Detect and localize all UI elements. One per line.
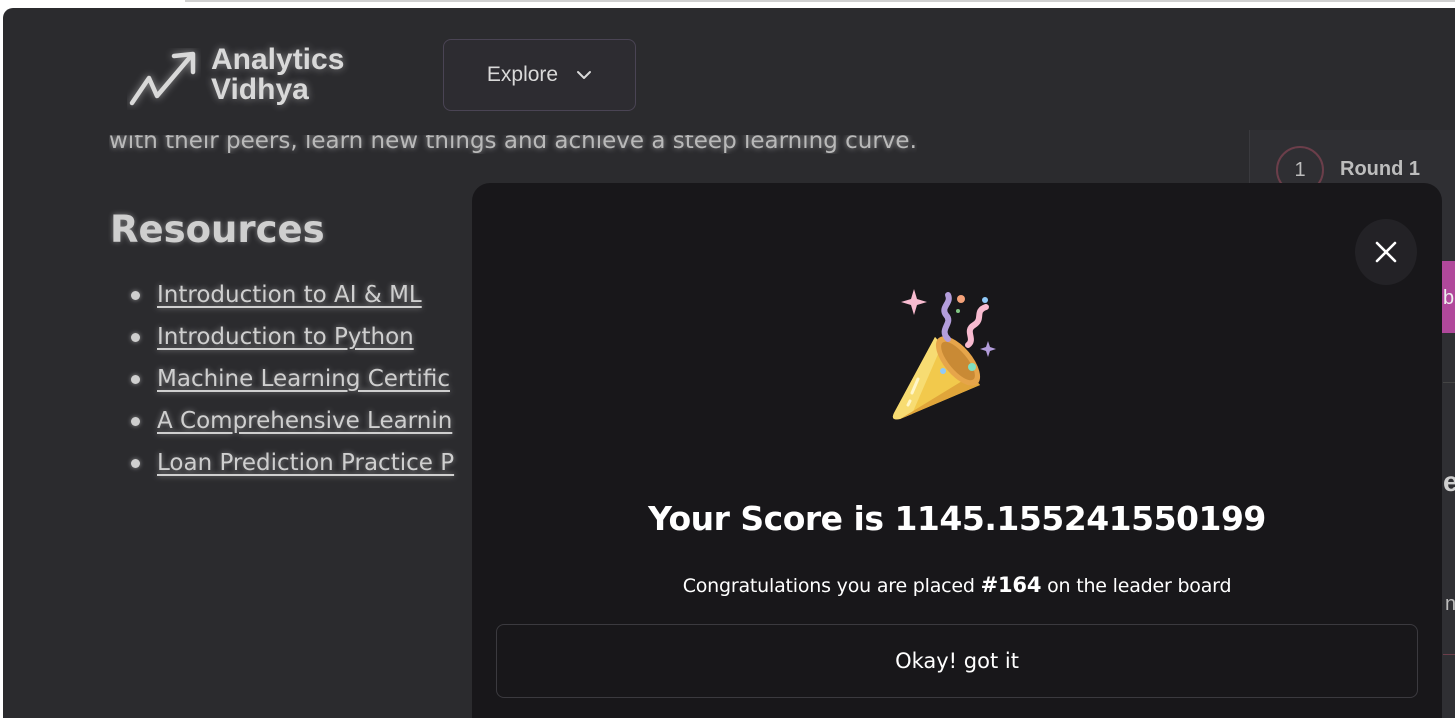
resource-link-comprehensive-learning[interactable]: A Comprehensive Learnin <box>157 408 452 434</box>
bullet-icon <box>131 417 140 426</box>
resource-link-intro-ai-ml[interactable]: Introduction to AI & ML <box>157 282 422 308</box>
list-item: Machine Learning Certific <box>129 358 454 400</box>
resources-heading: Resources <box>110 208 325 251</box>
app-window: Analytics Vidhya Explore with their peer… <box>3 8 1455 718</box>
sidebar-divider <box>1443 654 1455 655</box>
explore-dropdown-button[interactable]: Explore <box>443 39 636 111</box>
sidebar-pink-button[interactable]: b <box>1441 261 1455 333</box>
round-label[interactable]: Round 1 <box>1340 158 1420 181</box>
bullet-icon <box>131 333 140 342</box>
bullet-icon <box>131 459 140 468</box>
logo-text-line2: Vidhya <box>211 73 309 106</box>
okay-got-it-button[interactable]: Okay! got it <box>496 624 1418 698</box>
congrats-suffix: on the leader board <box>1041 575 1232 597</box>
congrats-prefix: Congratulations you are placed <box>682 575 981 597</box>
list-item: Introduction to Python <box>129 316 454 358</box>
bullet-icon <box>131 375 140 384</box>
list-item: A Comprehensive Learnin <box>129 400 454 442</box>
congratulations-message: Congratulations you are placed #164 on t… <box>472 573 1442 597</box>
close-button[interactable] <box>1355 219 1417 285</box>
list-item: Introduction to AI & ML <box>129 274 454 316</box>
analytics-vidhya-logo[interactable]: Analytics Vidhya <box>127 40 377 110</box>
intro-paragraph: with their peers, learn new things and a… <box>109 128 917 154</box>
explore-label: Explore <box>486 63 559 86</box>
score-modal: Your Score is 1145.155241550199 Congratu… <box>472 183 1442 718</box>
pink-button-text: b <box>1443 287 1455 309</box>
close-icon <box>1375 241 1397 263</box>
screen: Analytics Vidhya Explore with their peer… <box>0 0 1455 718</box>
sidebar-partial-heading: e <box>1443 466 1455 497</box>
resource-link-loan-prediction[interactable]: Loan Prediction Practice P <box>157 450 454 476</box>
resources-list: Introduction to AI & ML Introduction to … <box>129 274 454 484</box>
resource-link-ml-certification[interactable]: Machine Learning Certific <box>157 366 450 392</box>
sidebar-partial-text: n <box>1445 593 1455 615</box>
logo-text-line1: Analytics <box>211 43 345 76</box>
chevron-down-icon <box>577 71 592 79</box>
list-item: Loan Prediction Practice P <box>129 442 454 484</box>
party-popper-icon <box>892 289 996 420</box>
resource-link-intro-python[interactable]: Introduction to Python <box>157 324 414 350</box>
browser-top-strip <box>0 0 1455 8</box>
sidebar-divider <box>1443 382 1455 383</box>
leaderboard-rank: #164 <box>980 573 1042 597</box>
score-title: Your Score is 1145.155241550199 <box>648 499 1266 538</box>
trend-arrow-icon <box>129 51 196 106</box>
bullet-icon <box>131 291 140 300</box>
